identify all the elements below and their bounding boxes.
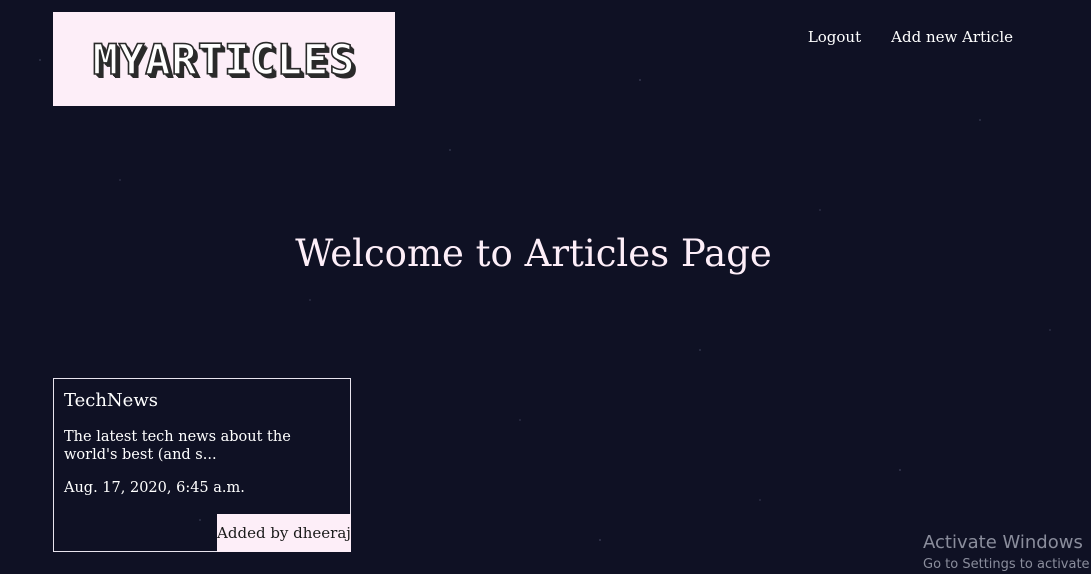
article-date: Aug. 17, 2020, 6:45 a.m. (64, 480, 245, 496)
add-article-link[interactable]: Add new Article (891, 28, 1013, 46)
activate-windows-watermark: Activate Windows Go to Settings to activ… (923, 532, 1090, 574)
page-title: Welcome to Articles Page (295, 232, 772, 275)
activate-windows-title: Activate Windows (923, 532, 1083, 553)
logout-link[interactable]: Logout (808, 28, 861, 46)
top-nav: Logout Add new Article (808, 28, 1013, 46)
article-card[interactable]: TechNews The latest tech news about the … (53, 378, 351, 552)
article-author-badge: Added by dheeraj (217, 514, 351, 552)
activate-windows-subtitle: Go to Settings to activate (923, 557, 1090, 572)
article-excerpt: The latest tech news about the world's b… (64, 429, 291, 463)
logo-text: MYARTICLES (92, 34, 356, 85)
site-logo[interactable]: MYARTICLES (53, 12, 395, 106)
article-title[interactable]: TechNews (64, 390, 158, 411)
